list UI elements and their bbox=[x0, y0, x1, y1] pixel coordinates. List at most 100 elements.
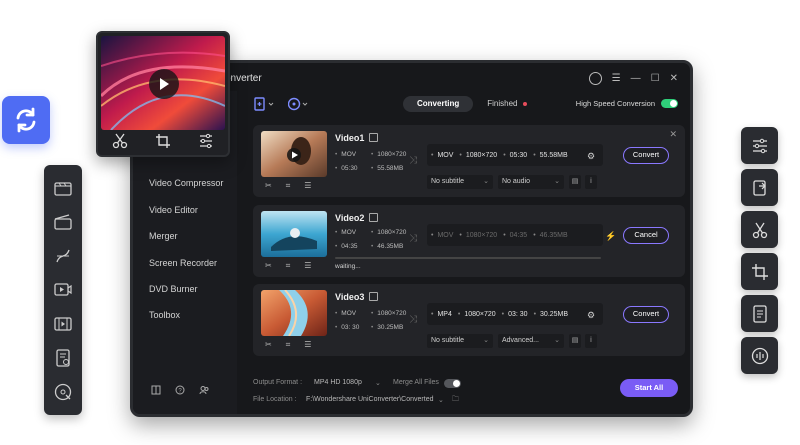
preview-window bbox=[96, 31, 230, 157]
effects-icon[interactable]: ☰ bbox=[304, 261, 311, 271]
video-convert-icon[interactable] bbox=[52, 177, 74, 199]
add-file-icon[interactable] bbox=[254, 97, 276, 111]
audio-select[interactable]: Advanced... ⌄ bbox=[498, 334, 564, 348]
audio-value: Advanced... bbox=[502, 337, 539, 344]
close-icon[interactable]: ✕ bbox=[669, 129, 677, 140]
crop-icon[interactable]: ⌗ bbox=[286, 261, 291, 271]
crop-icon[interactable]: ⌗ bbox=[286, 340, 291, 350]
screen-record-icon[interactable] bbox=[52, 279, 74, 301]
effects-icon[interactable]: ☰ bbox=[304, 340, 311, 350]
tab-group: Converting Finished bbox=[403, 96, 541, 112]
audio-wave-icon bbox=[751, 347, 768, 364]
users-icon[interactable] bbox=[199, 385, 209, 395]
subtitle-edit-icon[interactable]: ▤ bbox=[569, 334, 581, 348]
audio-button[interactable] bbox=[741, 337, 778, 374]
sync-icon[interactable] bbox=[2, 96, 50, 144]
sliders-icon[interactable] bbox=[198, 133, 214, 149]
target-settings: MOV 1080×720 04:35 46.35MB bbox=[427, 224, 603, 246]
target-settings[interactable]: MOV 1080×720 05:30 55.58MB bbox=[427, 144, 603, 166]
subtitle-value: No subtitle bbox=[431, 178, 465, 185]
subtitle-button[interactable] bbox=[741, 295, 778, 332]
source-size: 55.58MB bbox=[371, 165, 403, 172]
rename-icon[interactable] bbox=[369, 292, 378, 301]
target-duration: 05:30 bbox=[503, 152, 528, 159]
crop-icon[interactable] bbox=[155, 133, 171, 149]
subtitle-select[interactable]: No subtitle ⌄ bbox=[427, 334, 493, 348]
target-resolution: 1080×720 bbox=[459, 232, 497, 239]
rename-icon[interactable] bbox=[369, 133, 378, 142]
scissors-icon[interactable]: ✂ bbox=[265, 181, 272, 191]
start-all-button[interactable]: Start All bbox=[620, 379, 678, 397]
info-icon[interactable]: ⅰ bbox=[585, 175, 597, 189]
video-thumbnail[interactable] bbox=[261, 131, 327, 177]
subtitle-edit-icon[interactable]: ▤ bbox=[569, 175, 581, 189]
source-resolution: 1080×720 bbox=[371, 310, 406, 317]
add-dvd-icon[interactable] bbox=[288, 97, 310, 111]
high-speed-conversion: High Speed Conversion bbox=[576, 99, 678, 108]
footer: Output Format : MP4 HD 1080p ⌄ Merge All… bbox=[240, 373, 690, 414]
scissors-icon[interactable]: ✂ bbox=[265, 340, 272, 350]
high-speed-toggle[interactable] bbox=[661, 99, 678, 108]
subtitle-select[interactable]: No subtitle ⌄ bbox=[427, 175, 493, 189]
sidebar-item-dvd-burner[interactable]: DVD Burner bbox=[149, 284, 198, 294]
compress-icon[interactable] bbox=[52, 245, 74, 267]
file-location-label: File Location : bbox=[253, 396, 297, 403]
trim-button[interactable] bbox=[741, 211, 778, 248]
lightning-icon: ⚡ bbox=[605, 231, 617, 241]
source-size: 46.35MB bbox=[371, 243, 403, 250]
maximize-icon[interactable]: ☐ bbox=[651, 73, 660, 84]
left-toolbar bbox=[44, 165, 82, 415]
convert-button[interactable]: Convert bbox=[623, 147, 669, 164]
sidebar-item-video-editor[interactable]: Video Editor bbox=[149, 205, 198, 215]
settings-sliders-button[interactable] bbox=[741, 127, 778, 164]
tab-finished-label: Finished bbox=[487, 99, 518, 108]
target-format: MOV bbox=[431, 232, 453, 239]
audio-select[interactable]: No audio ⌄ bbox=[498, 175, 564, 189]
avatar[interactable] bbox=[588, 72, 602, 85]
video-thumbnail[interactable] bbox=[261, 211, 327, 257]
rename-icon[interactable] bbox=[369, 213, 378, 222]
target-size: 55.58MB bbox=[533, 152, 568, 159]
film-strip-icon[interactable] bbox=[52, 313, 74, 335]
gear-icon[interactable]: ⚙ bbox=[587, 151, 595, 162]
notification-dot bbox=[523, 101, 528, 106]
high-speed-label: High Speed Conversion bbox=[575, 99, 655, 108]
file-location-select[interactable]: F:\Wondershare UniConverter\Converted bbox=[306, 396, 433, 403]
scissors-icon[interactable] bbox=[112, 133, 128, 149]
minimize-icon[interactable]: — bbox=[631, 73, 641, 84]
video-name: Video1 bbox=[335, 133, 365, 143]
output-format-select[interactable]: MP4 HD 1080p bbox=[314, 379, 362, 386]
tab-finished[interactable]: Finished bbox=[473, 96, 541, 112]
help-icon[interactable]: ? bbox=[175, 385, 185, 395]
sidebar-item-video-compressor[interactable]: Video Compressor bbox=[149, 178, 223, 188]
effects-icon[interactable]: ☰ bbox=[304, 181, 311, 191]
tab-converting[interactable]: Converting bbox=[403, 96, 474, 112]
book-icon[interactable] bbox=[151, 385, 161, 395]
folder-icon[interactable]: 🗀 bbox=[452, 395, 459, 406]
scissors-icon[interactable]: ✂ bbox=[265, 261, 272, 271]
close-icon[interactable]: ✕ bbox=[670, 73, 678, 84]
target-duration: 03: 30 bbox=[502, 311, 527, 318]
menu-icon[interactable]: ☰ bbox=[612, 73, 621, 84]
cancel-button[interactable]: Cancel bbox=[623, 227, 669, 244]
dvd-icon[interactable] bbox=[52, 381, 74, 403]
video-card: ✂ ⌗ ☰ Video3 MOV 1080×720 03: 30 30.25MB… bbox=[253, 284, 685, 356]
sidebar-item-screen-recorder[interactable]: Screen Recorder bbox=[149, 258, 217, 268]
preview-image[interactable] bbox=[101, 36, 225, 130]
info-icon[interactable]: ⅰ bbox=[585, 334, 597, 348]
clapper-icon[interactable] bbox=[52, 211, 74, 233]
progress-bar bbox=[335, 257, 601, 259]
video-thumbnail[interactable] bbox=[261, 290, 327, 336]
document-settings-icon[interactable] bbox=[52, 347, 74, 369]
export-file-button[interactable] bbox=[741, 169, 778, 206]
target-settings[interactable]: MP4 1080×720 03: 30 30.25MB bbox=[427, 303, 603, 325]
gear-icon[interactable]: ⚙ bbox=[587, 310, 595, 321]
sidebar-item-toolbox[interactable]: Toolbox bbox=[149, 310, 180, 320]
crop-icon[interactable]: ⌗ bbox=[286, 181, 291, 191]
crop-button[interactable] bbox=[741, 253, 778, 290]
play-button[interactable] bbox=[149, 69, 179, 99]
video-card: ✂ ⌗ ☰ Video2 MOV 1080×720 04:35 46.35MB … bbox=[253, 205, 685, 277]
sidebar-item-merger[interactable]: Merger bbox=[149, 231, 178, 241]
merge-toggle[interactable] bbox=[444, 379, 461, 388]
convert-button[interactable]: Convert bbox=[623, 306, 669, 323]
